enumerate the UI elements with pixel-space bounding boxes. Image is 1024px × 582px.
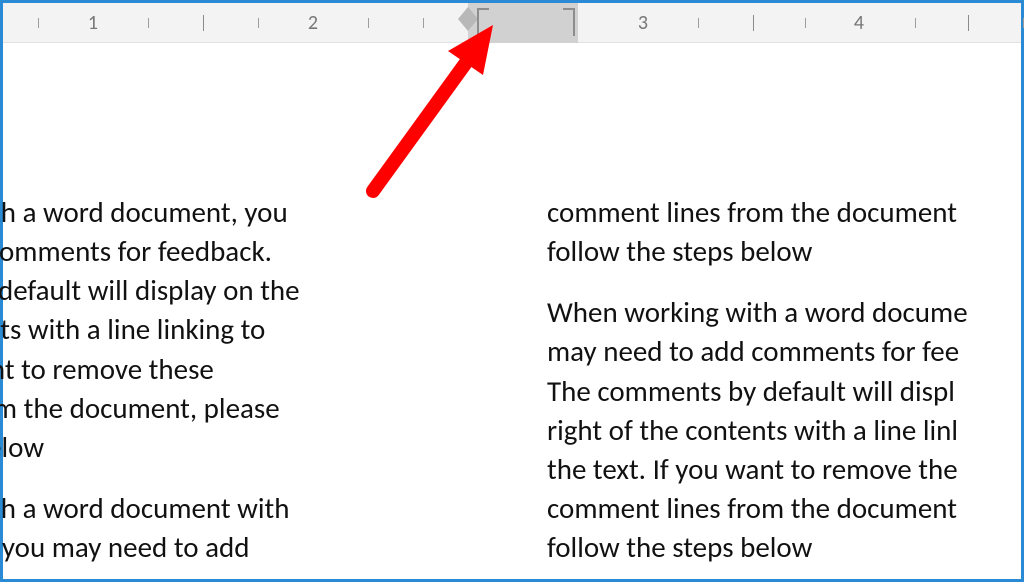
- ruler-minor: [698, 18, 699, 28]
- ruler-column-end-left[interactable]: [477, 3, 493, 31]
- body-text[interactable]: the text. If you want to remove the: [547, 450, 1024, 489]
- ruler-minor: [805, 18, 806, 28]
- first-line-indent-marker[interactable]: [458, 7, 478, 19]
- body-text[interactable]: follow the steps below: [547, 528, 1024, 567]
- body-text[interactable]: orking with a word document with: [0, 489, 477, 528]
- ruler-minor: [423, 18, 424, 28]
- text-column-left[interactable]: orking with a word document, you d to ad…: [0, 43, 537, 579]
- body-text[interactable]: follow the steps below: [547, 232, 1024, 271]
- ruler-num-4: 4: [854, 13, 864, 33]
- body-text[interactable]: If you want to remove these: [0, 350, 477, 389]
- body-text[interactable]: right of the contents with a line linl: [547, 411, 1024, 450]
- text-column-right[interactable]: comment lines from the document follow t…: [537, 43, 1024, 579]
- body-text[interactable]: ocument, you may need to add: [0, 528, 477, 567]
- ruler-minor: [258, 18, 259, 28]
- body-text[interactable]: e steps below: [0, 428, 477, 467]
- body-text[interactable]: orking with a word document, you: [0, 193, 477, 232]
- body-text[interactable]: t lines from the document, please: [0, 389, 477, 428]
- body-text[interactable]: comment lines from the document: [547, 489, 1024, 528]
- body-text[interactable]: The comments by default will displ: [547, 372, 1024, 411]
- ruler-num-2: 2: [308, 13, 318, 33]
- ruler-half: [753, 15, 754, 31]
- body-text[interactable]: comment lines from the document: [547, 193, 1024, 232]
- body-text[interactable]: When working with a word docume: [547, 293, 1024, 332]
- horizontal-ruler[interactable]: 1 2 3 4 5: [3, 3, 1021, 43]
- ruler-minor: [148, 18, 149, 28]
- body-text[interactable]: may need to add comments for fee: [547, 332, 1024, 371]
- hanging-indent-marker[interactable]: [458, 19, 478, 31]
- ruler-tick-2: 2: [308, 3, 318, 42]
- ruler-minor: [368, 18, 369, 28]
- ruler-tick-4: 4: [854, 3, 864, 42]
- body-text[interactable]: d to add comments for feedback.: [0, 232, 477, 271]
- body-text[interactable]: he contents with a line linking to: [0, 310, 477, 349]
- ruler-tick-3: 3: [638, 3, 648, 42]
- body-text[interactable]: ments by default will display on the: [0, 271, 477, 310]
- ruler-half: [203, 15, 204, 31]
- ruler-minor: [38, 18, 39, 28]
- ruler-column-end-right[interactable]: [559, 3, 575, 31]
- document-page[interactable]: orking with a word document, you d to ad…: [3, 43, 1021, 579]
- ruler-num-3: 3: [638, 13, 648, 33]
- ruler-num-1: 1: [88, 13, 98, 33]
- ruler-tick-1: 1: [88, 3, 98, 42]
- ruler-half: [968, 15, 969, 31]
- ruler-minor: [915, 18, 916, 28]
